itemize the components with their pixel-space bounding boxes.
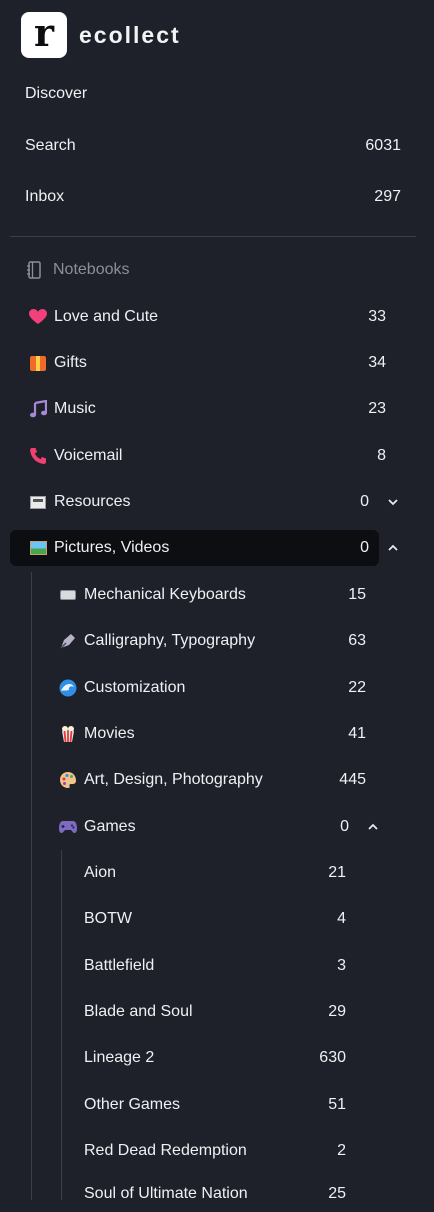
notebook-count: 2 (337, 1142, 346, 1159)
notebook-resources[interactable]: Resources 0 (27, 484, 369, 520)
chevron-up-icon[interactable] (387, 542, 399, 554)
notebook-count: 0 (360, 493, 369, 510)
notebook-count: 445 (339, 771, 366, 788)
notebook-pictures-videos[interactable]: Pictures, Videos 0 (10, 530, 379, 566)
music-note-icon (27, 400, 49, 418)
gift-icon (27, 354, 49, 372)
notebook-count: 25 (328, 1185, 346, 1202)
app-logo[interactable]: r (21, 12, 67, 58)
notebook-count: 15 (348, 586, 366, 603)
keyboard-icon (57, 586, 79, 604)
notebook-label: Resources (54, 493, 131, 510)
nav-search[interactable]: Search 6031 (25, 132, 401, 160)
notebook-label: Art, Design, Photography (84, 771, 263, 788)
wave-icon (57, 679, 79, 697)
notebook-count: 29 (328, 1003, 346, 1020)
nav-label: Discover (25, 85, 88, 102)
app-brand-name: ecollect (79, 21, 181, 48)
notebook-label: Games (84, 818, 136, 835)
nav-discover[interactable]: Discover (25, 80, 401, 108)
notebook-art-design-photography[interactable]: Art, Design, Photography 445 (57, 762, 366, 798)
notebook-count: 8 (377, 447, 386, 464)
notebook-botw[interactable]: BOTW 4 (84, 901, 346, 937)
notebook-mechanical-keyboards[interactable]: Mechanical Keyboards 15 (57, 577, 366, 613)
notebook-count: 0 (360, 539, 369, 556)
notebook-label: Battlefield (84, 957, 155, 974)
notebook-count: 63 (348, 632, 366, 649)
section-divider (10, 236, 416, 237)
notebook-aion[interactable]: Aion 21 (84, 855, 346, 891)
framed-picture-icon (27, 539, 49, 557)
notebook-label: Red Dead Redemption (84, 1142, 247, 1159)
newspaper-icon (27, 493, 49, 511)
notebooks-heading[interactable]: Notebooks (26, 258, 130, 282)
notebook-count: 0 (340, 818, 349, 835)
notebook-count: 630 (319, 1049, 346, 1066)
notebook-count: 51 (328, 1096, 346, 1113)
notebook-count: 3 (337, 957, 346, 974)
notebook-customization[interactable]: Customization 22 (57, 670, 366, 706)
chevron-down-icon[interactable] (387, 496, 399, 508)
gamepad-icon (57, 818, 79, 836)
notebook-love-and-cute[interactable]: Love and Cute 33 (27, 299, 386, 335)
notebook-blade-and-soul[interactable]: Blade and Soul 29 (84, 994, 346, 1030)
notebook-calligraphy-typography[interactable]: Calligraphy, Typography 63 (57, 623, 366, 659)
notebook-count: 41 (348, 725, 366, 742)
notebook-label: Music (54, 400, 96, 417)
notebook-label: Customization (84, 679, 186, 696)
notebook-count: 34 (368, 354, 386, 371)
nav-inbox[interactable]: Inbox 297 (25, 183, 401, 211)
nav-label: Search (25, 137, 76, 154)
notebooks-heading-label: Notebooks (53, 261, 130, 278)
notebook-battlefield[interactable]: Battlefield 3 (84, 948, 346, 984)
heart-icon (27, 308, 49, 326)
notebook-label: Blade and Soul (84, 1003, 193, 1020)
fountain-pen-icon (57, 632, 79, 650)
palette-icon (57, 771, 79, 789)
notebook-games[interactable]: Games 0 (57, 809, 349, 845)
notebook-count: 33 (368, 308, 386, 325)
chevron-up-icon[interactable] (367, 821, 379, 833)
notebook-music[interactable]: Music 23 (27, 391, 386, 427)
tree-guide-line (61, 850, 62, 1200)
notebook-count: 21 (328, 864, 346, 881)
notebook-soul-of-ultimate-nation[interactable]: Soul of Ultimate Nation 25 (84, 1176, 346, 1212)
telephone-icon (27, 447, 49, 465)
notebook-other-games[interactable]: Other Games 51 (84, 1087, 346, 1123)
notebook-label: Movies (84, 725, 135, 742)
nav-label: Inbox (25, 188, 65, 205)
app-header: r ecollect (21, 12, 181, 58)
notebook-label: Gifts (54, 354, 87, 371)
notebook-movies[interactable]: Movies 41 (57, 716, 366, 752)
notebook-red-dead-redemption[interactable]: Red Dead Redemption 2 (84, 1133, 346, 1169)
notebook-label: Love and Cute (54, 308, 159, 325)
notebook-label: Aion (84, 864, 117, 881)
notebook-label: Lineage 2 (84, 1049, 155, 1066)
notebook-label: Calligraphy, Typography (84, 632, 256, 649)
nav-count: 297 (374, 188, 401, 205)
notebook-label: Mechanical Keyboards (84, 586, 246, 603)
notebook-count: 22 (348, 679, 366, 696)
notebook-count: 4 (337, 910, 346, 927)
notebook-label: Other Games (84, 1096, 181, 1113)
notebook-label: BOTW (84, 910, 132, 927)
notebook-label: Voicemail (54, 447, 123, 464)
notebook-label: Soul of Ultimate Nation (84, 1185, 248, 1202)
notebook-count: 23 (368, 400, 386, 417)
tree-guide-line (31, 572, 32, 1200)
notebook-icon (27, 261, 41, 279)
nav-count: 6031 (365, 137, 401, 154)
notebook-lineage-2[interactable]: Lineage 2 630 (84, 1040, 346, 1076)
notebook-gifts[interactable]: Gifts 34 (27, 345, 386, 381)
notebook-voicemail[interactable]: Voicemail 8 (27, 438, 386, 474)
popcorn-icon (57, 725, 79, 743)
notebook-label: Pictures, Videos (54, 539, 170, 556)
logo-letter: r (33, 10, 55, 55)
